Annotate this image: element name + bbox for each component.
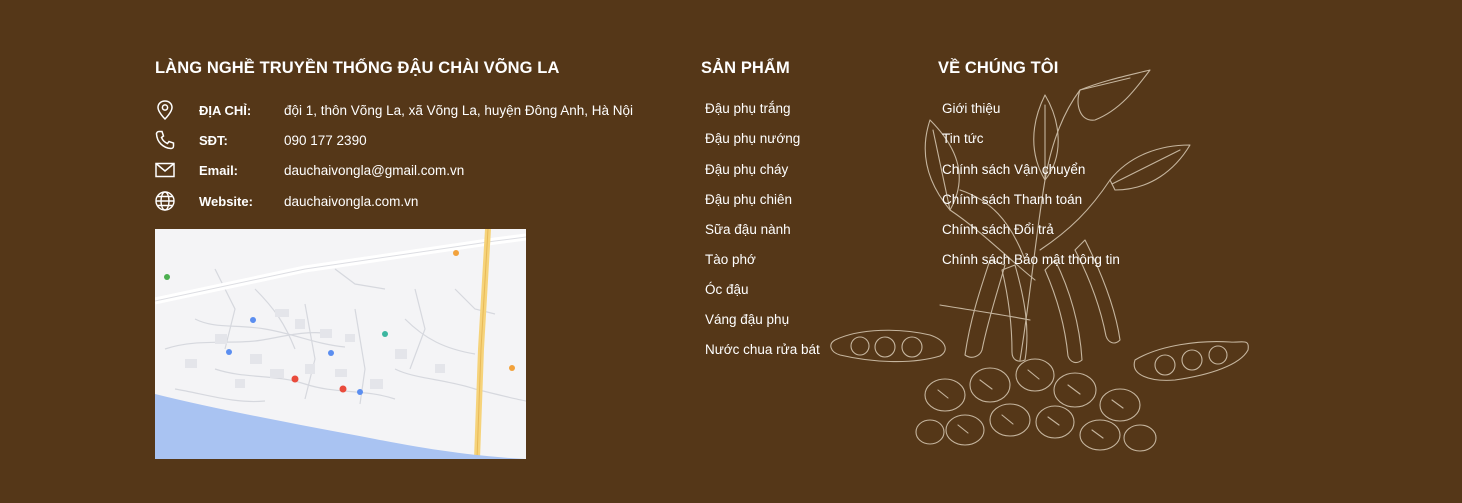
- phone-label: SĐT:: [199, 132, 228, 148]
- email-value[interactable]: dauchaivongla@gmail.com.vn: [284, 163, 464, 178]
- map-graphic[interactable]: [155, 229, 526, 459]
- about-link-thanh-toan[interactable]: Chính sách Thanh toán: [942, 192, 1082, 207]
- products-heading: SẢN PHẨM: [701, 59, 790, 77]
- phone-icon[interactable]: [154, 129, 176, 151]
- about-link-tin-tuc[interactable]: Tin tức: [942, 131, 984, 146]
- product-link-vang-dau-phu[interactable]: Váng đậu phụ: [705, 312, 789, 327]
- globe-icon[interactable]: [154, 190, 176, 212]
- product-link-oc-dau[interactable]: Óc đậu: [705, 282, 749, 297]
- about-link-doi-tra[interactable]: Chính sách Đổi trả: [942, 222, 1054, 237]
- about-link-van-chuyen[interactable]: Chính sách Vận chuyển: [942, 162, 1085, 177]
- about-heading: VỀ CHÚNG TÔI: [938, 59, 1059, 77]
- product-link-dau-phu-nuong[interactable]: Đậu phụ nướng: [705, 131, 800, 146]
- website-value[interactable]: dauchaivongla.com.vn: [284, 194, 418, 209]
- mail-icon[interactable]: [154, 159, 176, 181]
- contact-heading: LÀNG NGHỀ TRUYỀN THỐNG ĐẬU CHÀI VÕNG LA: [155, 59, 560, 77]
- location-pin-icon: [157, 100, 173, 121]
- product-link-sua-dau-nanh[interactable]: Sữa đậu nành: [705, 222, 791, 237]
- product-link-dau-phu-chien[interactable]: Đậu phụ chiên: [705, 192, 792, 207]
- product-link-nuoc-chua-rua-bat[interactable]: Nước chua rửa bát: [705, 342, 820, 357]
- address-label: ĐỊA CHỈ:: [199, 102, 252, 118]
- product-link-dau-phu-chay[interactable]: Đậu phụ cháy: [705, 162, 788, 177]
- address-value: đội 1, thôn Võng La, xã Võng La, huyện Đ…: [284, 102, 634, 118]
- website-label: Website:: [199, 193, 253, 209]
- phone-value[interactable]: 090 177 2390: [284, 133, 367, 148]
- about-link-gioi-thieu[interactable]: Giới thiệu: [942, 101, 1000, 116]
- location-map[interactable]: [155, 229, 526, 459]
- product-link-tao-pho[interactable]: Tào phớ: [705, 252, 756, 267]
- about-link-bao-mat[interactable]: Chính sách Bảo mật thông tin: [942, 252, 1120, 267]
- product-link-dau-phu-trang[interactable]: Đậu phụ trắng: [705, 101, 791, 116]
- email-label: Email:: [199, 162, 239, 178]
